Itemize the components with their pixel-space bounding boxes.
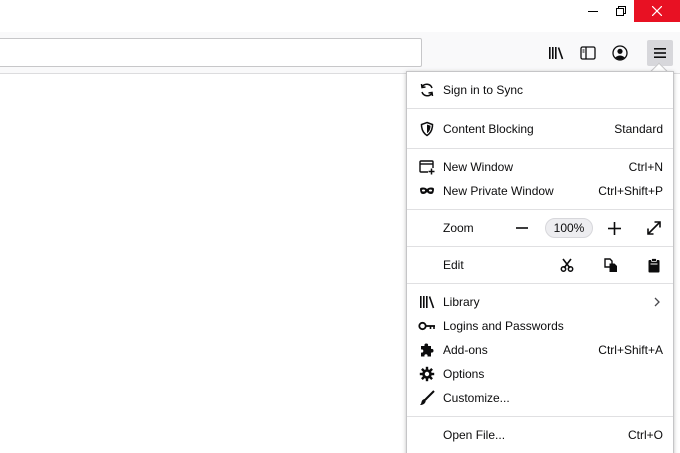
customize-label: Customize... xyxy=(443,391,510,405)
add-ons-item[interactable]: Add-ons Ctrl+Shift+A xyxy=(407,338,673,362)
separator xyxy=(407,148,673,149)
zoom-label: Zoom xyxy=(443,221,474,235)
close-icon xyxy=(652,6,662,16)
new-window-icon xyxy=(417,157,437,177)
edit-label: Edit xyxy=(443,258,464,272)
minimize-button[interactable] xyxy=(578,0,608,22)
paste-button[interactable] xyxy=(642,253,666,277)
separator xyxy=(407,108,673,109)
sidebar-icon xyxy=(580,46,596,60)
sync-icon xyxy=(417,80,437,100)
fullscreen-icon xyxy=(647,221,661,235)
account-button[interactable] xyxy=(607,40,633,66)
new-private-window-item[interactable]: New Private Window Ctrl+Shift+P xyxy=(407,179,673,203)
library-item[interactable]: Library xyxy=(407,290,673,314)
content-blocking-item[interactable]: Content Blocking Standard xyxy=(407,117,673,141)
chevron-right-icon xyxy=(654,297,660,307)
private-mask-icon xyxy=(417,181,437,201)
open-menu-button[interactable] xyxy=(647,40,673,66)
sync-label: Sign in to Sync xyxy=(443,83,524,97)
separator xyxy=(407,209,673,210)
content-blocking-value: Standard xyxy=(614,122,663,136)
close-button[interactable] xyxy=(634,0,680,22)
separator xyxy=(407,246,673,247)
fullscreen-button[interactable] xyxy=(642,216,666,240)
edit-row: Edit xyxy=(407,253,673,277)
minus-icon xyxy=(516,227,528,229)
puzzle-icon xyxy=(417,340,437,360)
content-blocking-label: Content Blocking xyxy=(443,122,534,136)
cut-button[interactable] xyxy=(555,253,579,277)
copy-button[interactable] xyxy=(599,253,623,277)
paintbrush-icon xyxy=(417,388,437,408)
title-bar xyxy=(0,0,680,24)
scissors-icon xyxy=(560,258,574,272)
open-file-shortcut: Ctrl+O xyxy=(627,428,663,442)
new-window-shortcut: Ctrl+N xyxy=(628,160,663,174)
separator xyxy=(407,416,673,417)
zoom-out-button[interactable] xyxy=(510,216,534,240)
zoom-row: Zoom 100% xyxy=(407,216,673,240)
zoom-in-button[interactable] xyxy=(602,216,626,240)
url-bar[interactable] xyxy=(0,38,422,67)
app-menu-panel: Sign in to Sync Content Blocking Standar… xyxy=(406,71,674,453)
library-icon xyxy=(549,47,564,60)
gear-icon xyxy=(417,364,437,384)
add-ons-label: Add-ons xyxy=(443,343,488,357)
new-window-label: New Window xyxy=(443,160,514,174)
plus-icon xyxy=(607,221,621,235)
key-icon xyxy=(417,316,437,336)
library-label: Library xyxy=(443,295,480,309)
open-file-label: Open File... xyxy=(443,428,506,442)
library-icon xyxy=(417,292,437,312)
separator xyxy=(407,283,673,284)
customize-item[interactable]: Customize... xyxy=(407,386,673,410)
new-private-window-shortcut: Ctrl+Shift+P xyxy=(598,184,663,198)
open-file-item[interactable]: Open File... Ctrl+O xyxy=(407,423,673,447)
options-item[interactable]: Options xyxy=(407,362,673,386)
hamburger-menu-icon xyxy=(654,48,666,58)
sign-in-to-sync-item[interactable]: Sign in to Sync xyxy=(407,78,673,102)
logins-label: Logins and Passwords xyxy=(443,319,564,333)
sidebar-button[interactable] xyxy=(575,40,601,66)
options-label: Options xyxy=(443,367,485,381)
account-icon xyxy=(612,45,628,61)
shield-icon xyxy=(417,119,437,139)
minimize-icon xyxy=(588,11,598,12)
logins-and-passwords-item[interactable]: Logins and Passwords xyxy=(407,314,673,338)
restore-icon xyxy=(616,6,626,16)
add-ons-shortcut: Ctrl+Shift+A xyxy=(598,343,663,357)
copy-icon xyxy=(604,257,617,272)
library-button[interactable] xyxy=(543,40,569,66)
navigation-toolbar xyxy=(0,32,680,74)
zoom-reset-button[interactable]: 100% xyxy=(545,218,593,238)
new-private-window-label: New Private Window xyxy=(443,184,554,198)
restore-button[interactable] xyxy=(608,0,634,22)
new-window-item[interactable]: New Window Ctrl+N xyxy=(407,155,673,179)
clipboard-icon xyxy=(648,257,660,272)
